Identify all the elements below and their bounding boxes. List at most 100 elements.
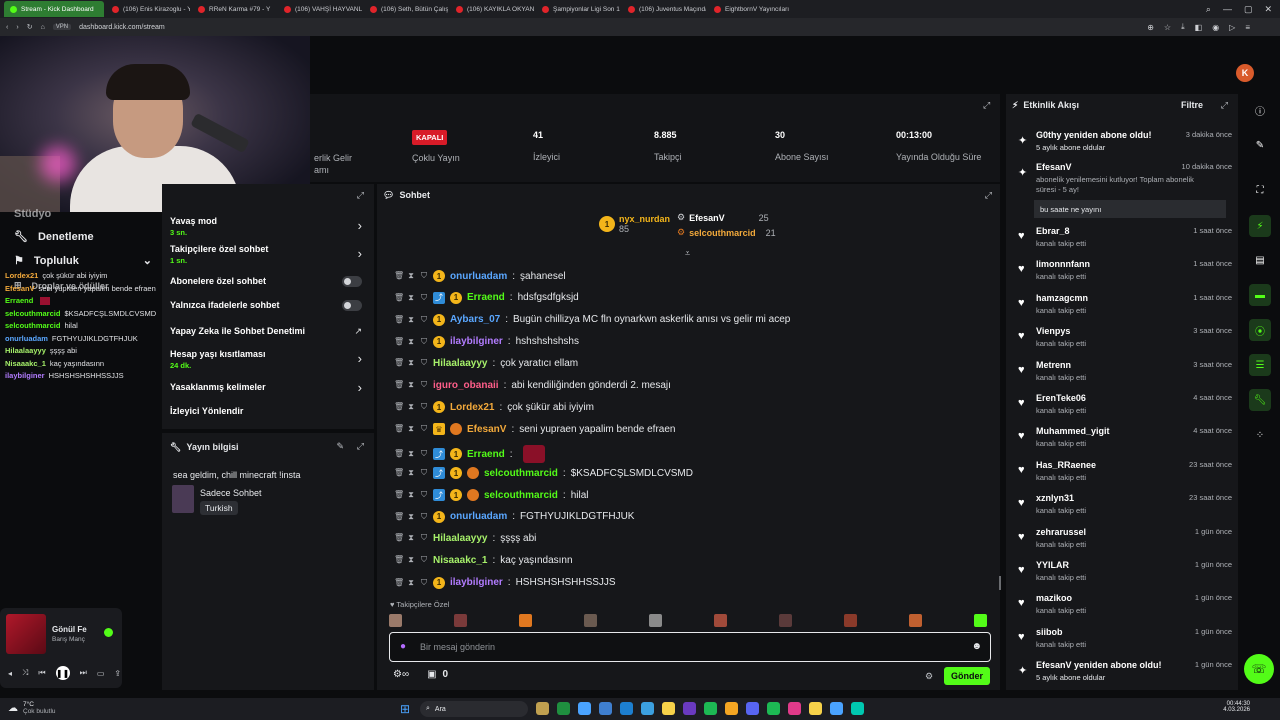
zoom-icon[interactable]: ⊕: [1147, 23, 1154, 32]
mod-setting-row[interactable]: Abonelere özel sohbet: [170, 276, 370, 287]
timeout-icon[interactable]: ⧗: [407, 381, 415, 389]
support-button[interactable]: ☏: [1244, 654, 1274, 684]
chat-username[interactable]: selcouthmarcid: [484, 468, 558, 479]
popout-icon[interactable]: ⤢: [357, 441, 364, 452]
timeout-icon[interactable]: ⧗: [407, 469, 415, 477]
close-icon[interactable]: ✕: [1264, 4, 1272, 15]
bookmark-icon[interactable]: ☆: [1164, 23, 1171, 32]
external-link-icon[interactable]: ↗: [354, 326, 362, 337]
chat-username[interactable]: onurluadam: [450, 271, 507, 282]
chat-username[interactable]: Nisaaakc_1: [433, 555, 488, 566]
delete-icon[interactable]: 🗑︎: [394, 425, 404, 433]
popout-icon[interactable]: ⤢: [357, 190, 364, 201]
timeout-icon[interactable]: ⧗: [407, 337, 415, 346]
mod-setting-row[interactable]: İzleyici Yönlendir: [170, 406, 370, 416]
chevron-right-icon[interactable]: ›: [358, 246, 362, 261]
timeout-icon[interactable]: ⧗: [407, 293, 415, 302]
edit-icon[interactable]: ✎: [1249, 134, 1271, 156]
mic-icon[interactable]: ●: [400, 641, 406, 652]
emote-image[interactable]: [844, 614, 857, 627]
browser-tab[interactable]: (106) VAHŞİ HAYVANLAR: [278, 1, 362, 17]
browser-tab[interactable]: (106) Juventus Maçından: [622, 1, 706, 17]
chat-username[interactable]: Erraend: [467, 449, 505, 460]
timeout-icon[interactable]: ⧗: [407, 491, 415, 499]
taskbar-app-icon[interactable]: [641, 702, 654, 715]
emote-image[interactable]: [584, 614, 597, 627]
shuffle-icon[interactable]: ⤨: [22, 668, 28, 678]
back-icon[interactable]: ‹: [6, 24, 8, 31]
emote-image[interactable]: [909, 614, 922, 627]
device-icon[interactable]: ▭: [97, 669, 105, 678]
sidebar-item-moderation[interactable]: 🔧︎ Denetleme: [14, 230, 94, 244]
vpn-badge[interactable]: VPN: [52, 24, 72, 30]
bolt-icon[interactable]: ⚡︎: [1249, 215, 1271, 237]
channel-points-icon[interactable]: ⚙︎∞: [393, 669, 409, 680]
timeout-icon[interactable]: ⧗: [407, 450, 415, 458]
taskbar-app-icon[interactable]: [578, 702, 591, 715]
chat-scrollbar[interactable]: [999, 576, 1001, 590]
taskbar-search[interactable]: ⌕ Ara: [420, 701, 528, 717]
wrench-icon[interactable]: 🔧︎: [1249, 389, 1271, 411]
emote-image[interactable]: [649, 614, 662, 627]
delete-icon[interactable]: 🗑︎: [394, 556, 404, 564]
weather-widget[interactable]: ☁ 7°C Çok bulutlu: [8, 701, 56, 715]
chat-username[interactable]: Aybars_07: [450, 314, 500, 325]
list-icon[interactable]: ☰: [1249, 354, 1271, 376]
taskbar-app-icon[interactable]: [746, 702, 759, 715]
url-text[interactable]: dashboard.kick.com/stream: [79, 24, 165, 31]
chat-input[interactable]: ● Bir mesaj gönderin ☻: [389, 632, 991, 662]
emote-image[interactable]: [779, 614, 792, 627]
chevron-right-icon[interactable]: ›: [358, 351, 362, 366]
taskbar-app-icon[interactable]: [767, 702, 780, 715]
menu-icon[interactable]: ≡: [1245, 23, 1250, 32]
taskbar-app-icon[interactable]: [662, 702, 675, 715]
next-icon[interactable]: ⏭: [80, 668, 87, 678]
chevron-right-icon[interactable]: ›: [358, 218, 362, 233]
page-icon[interactable]: ▤: [1249, 249, 1271, 271]
chevron-right-icon[interactable]: ›: [358, 380, 362, 395]
collapse-icon[interactable]: ⩡: [685, 248, 690, 259]
browser-tab[interactable]: (106) Seth, Bütün Çalışan: [364, 1, 448, 17]
search-icon[interactable]: ⌕: [1206, 4, 1211, 15]
camera-icon[interactable]: ◉: [1212, 23, 1219, 32]
crop-icon[interactable]: ⛶: [1249, 179, 1271, 201]
browser-tab[interactable]: (106) KAYIKLA OKYANUS: [450, 1, 534, 17]
emote-image[interactable]: [974, 614, 987, 627]
toggle-switch[interactable]: [342, 276, 362, 287]
timeout-icon[interactable]: ⧗: [407, 512, 415, 521]
taskbar-app-icon[interactable]: [704, 702, 717, 715]
chat-icon[interactable]: ▬: [1249, 284, 1271, 306]
delete-icon[interactable]: 🗑︎: [394, 293, 404, 302]
timeout-icon[interactable]: ⧗: [407, 534, 415, 542]
timeout-icon[interactable]: ⧗: [407, 556, 415, 564]
popout-icon[interactable]: ⤢: [1221, 100, 1228, 111]
delete-icon[interactable]: 🗑︎: [394, 381, 404, 389]
emoji-icon[interactable]: ☻: [971, 641, 982, 652]
chat-username[interactable]: onurluadam: [450, 511, 507, 522]
chat-username[interactable]: iguro_obanaii: [433, 380, 499, 391]
taskbar-app-icon[interactable]: [683, 702, 696, 715]
filter-button[interactable]: Filtre: [1181, 100, 1203, 110]
browser-tab[interactable]: EightbornV Yayıncıları: [708, 1, 792, 17]
delete-icon[interactable]: 🗑︎: [394, 578, 404, 587]
chat-username[interactable]: selcouthmarcid: [484, 490, 558, 501]
sidebar-item-community[interactable]: ⚑ Topluluk ⌄: [14, 254, 152, 268]
delete-icon[interactable]: 🗑︎: [394, 450, 404, 458]
info-icon[interactable]: ⓘ: [1249, 99, 1271, 121]
extension-icon[interactable]: ◧: [1195, 23, 1203, 32]
liked-icon[interactable]: [104, 628, 113, 637]
mod-setting-row[interactable]: Yapay Zeka ile Sohbet Denetimi ↗: [170, 326, 370, 336]
play-icon[interactable]: ▷: [1229, 23, 1235, 32]
timeout-icon[interactable]: ⧗: [407, 272, 415, 280]
timeout-icon[interactable]: ⧗: [407, 315, 415, 324]
delete-icon[interactable]: 🗑︎: [394, 315, 404, 324]
mod-setting-row[interactable]: Yasaklanmış kelimeler ›: [170, 380, 370, 395]
chat-username[interactable]: ilaybilginer: [450, 577, 503, 588]
chat-username[interactable]: Hilaalaayyy: [433, 533, 488, 544]
previous-icon[interactable]: ⏮: [38, 668, 45, 678]
delete-icon[interactable]: 🗑︎: [394, 359, 404, 367]
delete-icon[interactable]: 🗑︎: [394, 337, 404, 346]
delete-icon[interactable]: 🗑︎: [394, 512, 404, 521]
browser-tab[interactable]: (106) Enis Kirazoglu - You: [106, 1, 190, 17]
delete-icon[interactable]: 🗑︎: [394, 534, 404, 542]
